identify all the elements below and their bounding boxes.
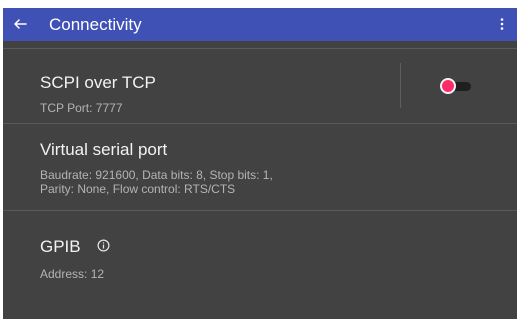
setting-title: Virtual serial port xyxy=(40,140,168,159)
setting-subtitle: Address: 12 xyxy=(40,267,105,281)
vertical-divider xyxy=(400,63,401,108)
page-title: Connectivity xyxy=(49,15,142,34)
scpi-over-tcp-toggle[interactable] xyxy=(437,76,475,98)
info-icon[interactable] xyxy=(97,239,110,252)
connectivity-screen: Connectivity SCPI over TCP TCP Port: 777… xyxy=(3,8,517,319)
setting-subtitle-line-2: Parity: None, Flow control: RTS/CTS xyxy=(40,182,236,196)
setting-title: GPIB xyxy=(40,237,81,256)
app-bar: Connectivity xyxy=(3,8,517,41)
setting-title: SCPI over TCP xyxy=(40,73,156,92)
more-vert-icon[interactable] xyxy=(493,15,511,33)
arrow-left-icon[interactable] xyxy=(11,15,29,33)
setting-subtitle: TCP Port: 7777 xyxy=(40,101,123,115)
setting-subtitle-line-1: Baudrate: 921600, Data bits: 8, Stop bit… xyxy=(40,168,273,182)
setting-item-gpib[interactable]: GPIB Address: 12 xyxy=(3,211,517,319)
setting-item-virtual-serial-port[interactable]: Virtual serial port Baudrate: 921600, Da… xyxy=(3,124,517,210)
switch-thumb xyxy=(440,78,456,94)
